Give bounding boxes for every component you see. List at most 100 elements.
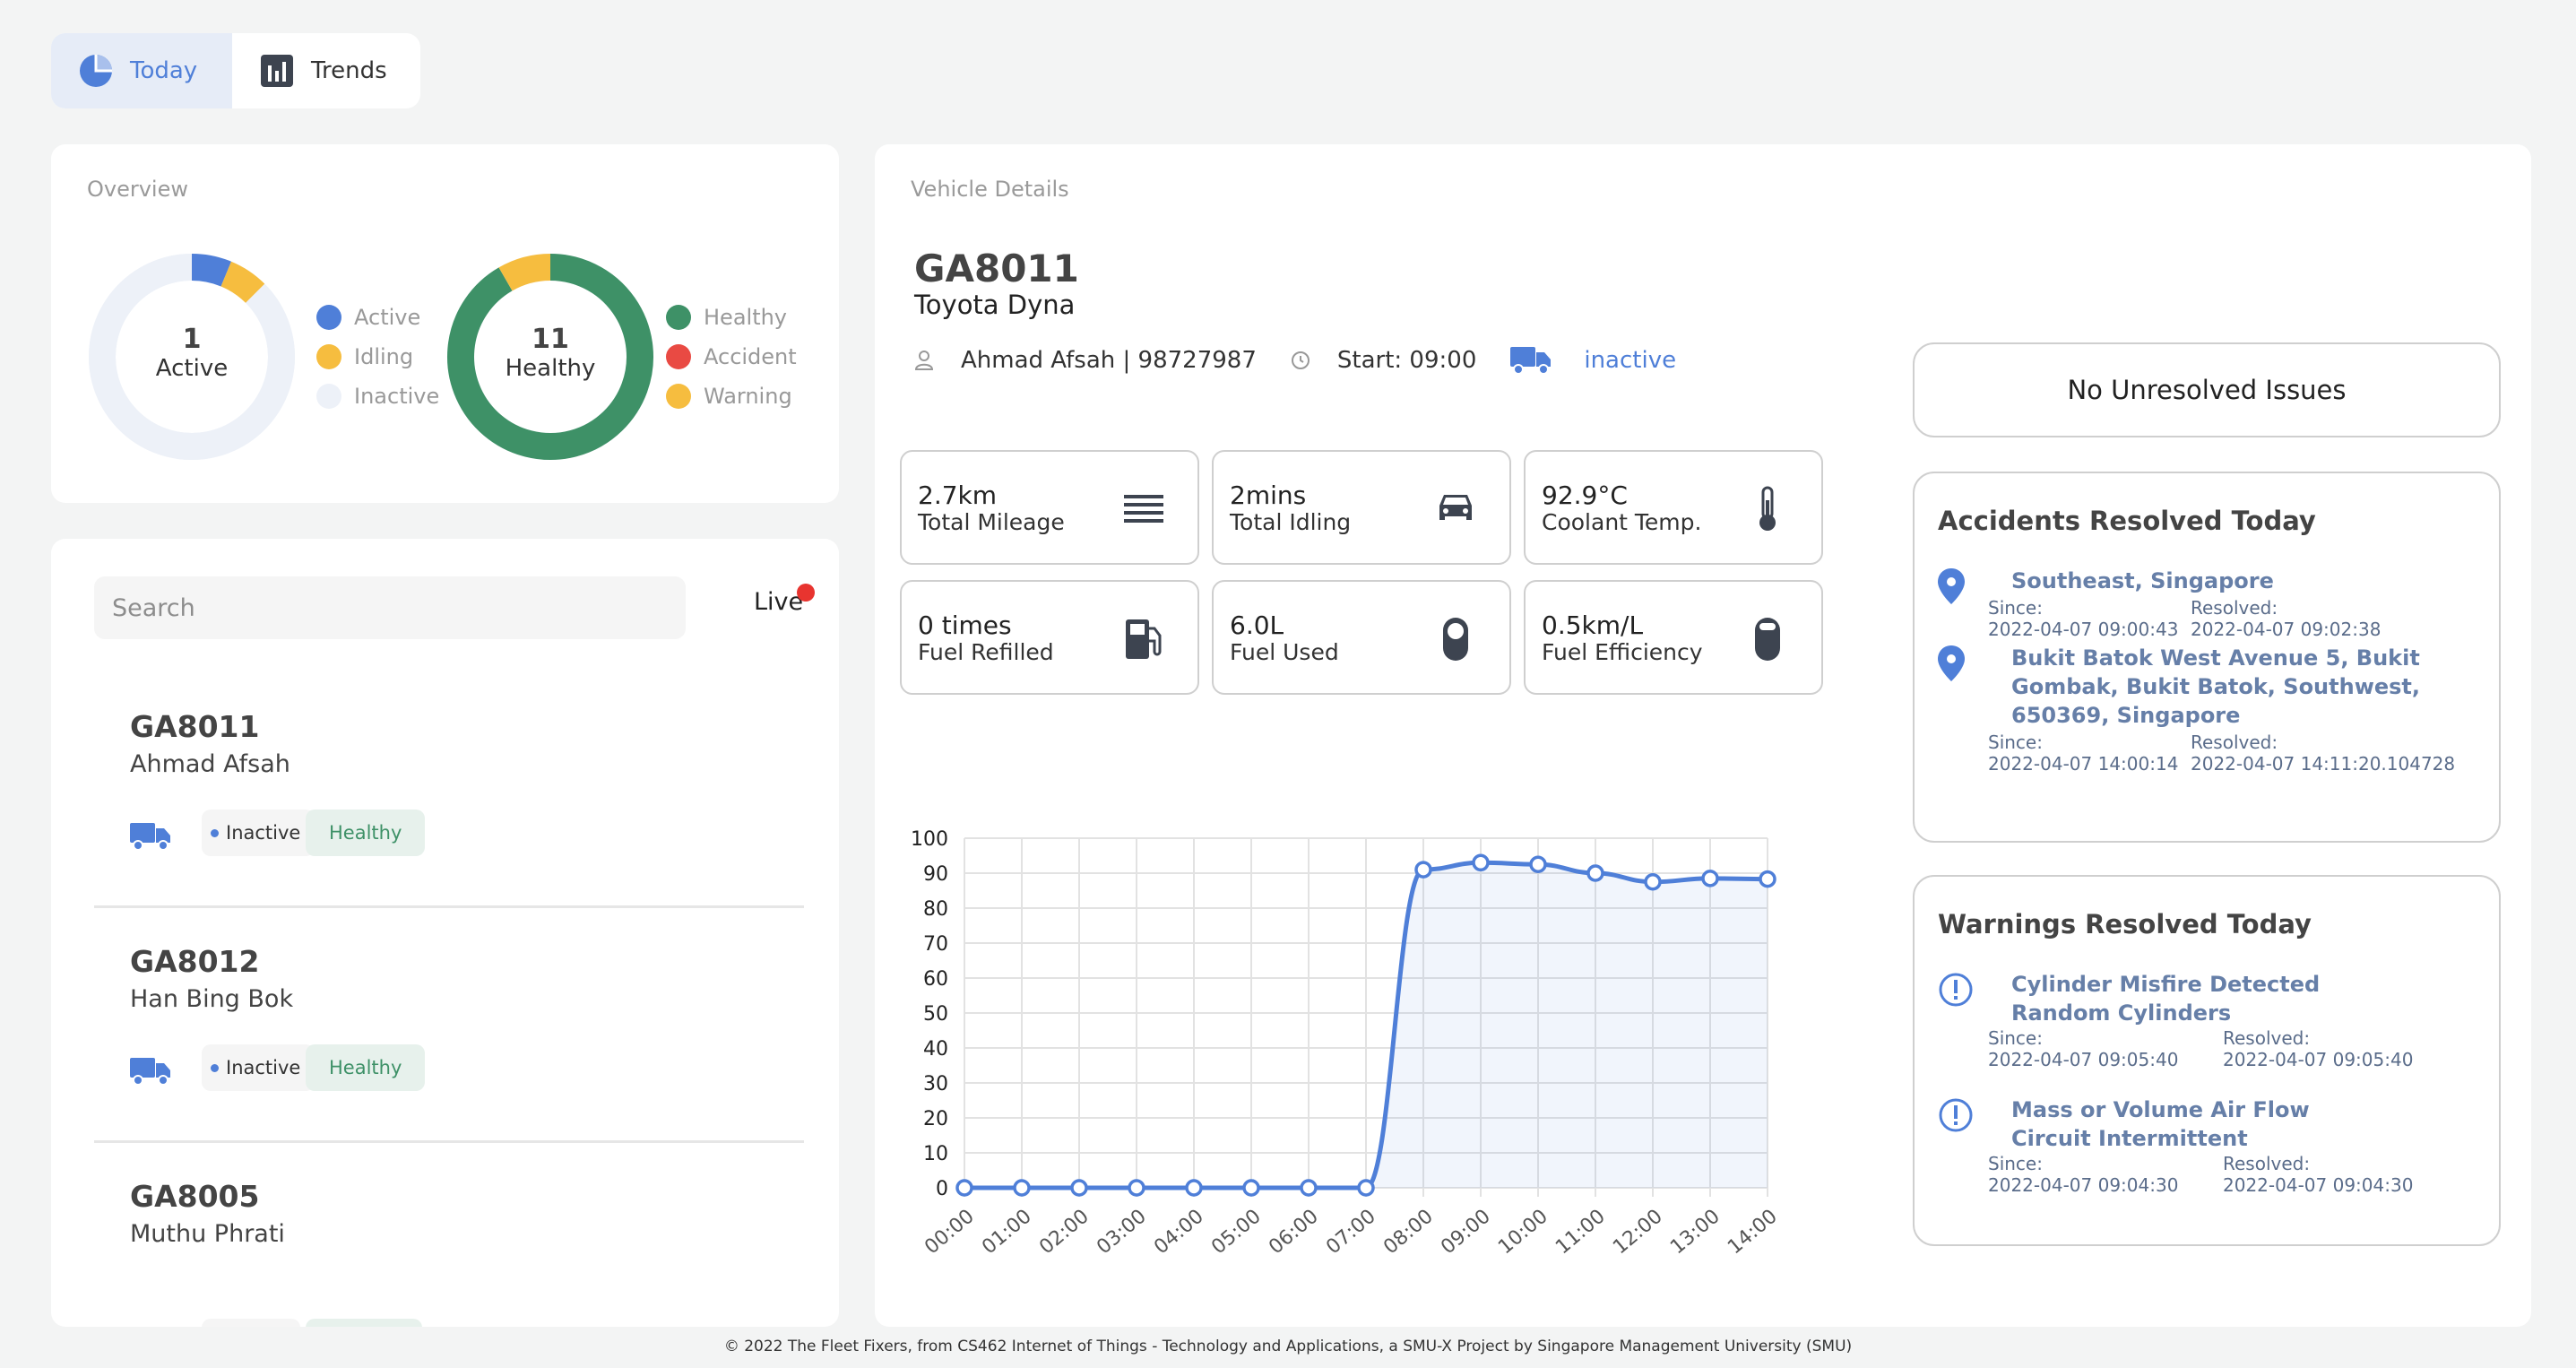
data-point — [1300, 1179, 1318, 1197]
health-donut-center: 11 Healthy — [445, 324, 655, 382]
alert-circle-icon — [1939, 1098, 1973, 1132]
metric-value: 92.9°C — [1542, 481, 1628, 510]
vehicle-driver: Han Bing Bok — [130, 985, 294, 1013]
since-label: Since: — [1988, 597, 2043, 619]
legend-warning: Warning — [666, 383, 797, 410]
legend-accident: Accident — [666, 343, 797, 370]
y-tick-label: 40 — [923, 1038, 948, 1061]
vehicle-list-card: Live GA8011 Ahmad Afsah Inactive Healthy… — [51, 539, 839, 1327]
fuel-gauge-icon — [1755, 618, 1780, 661]
health-badge: Healthy — [306, 810, 426, 856]
vehicle-details-title: Vehicle Details — [911, 177, 1069, 202]
pie-chart-icon — [80, 55, 112, 87]
x-tick-label: 10:00 — [1494, 1205, 1552, 1259]
vehicle-plate: GA8005 — [130, 1179, 260, 1214]
data-point — [1414, 861, 1432, 879]
metric-label: Coolant Temp. — [1542, 509, 1702, 535]
since-label: Since: — [1988, 1153, 2043, 1174]
metric-label: Fuel Refilled — [918, 639, 1054, 665]
tab-today-label: Today — [130, 57, 198, 84]
x-tick-label: 08:00 — [1379, 1205, 1438, 1259]
truck-icon — [1510, 347, 1552, 375]
accident-entry[interactable]: Bukit Batok West Avenue 5, Bukit Gombak,… — [1938, 644, 2476, 778]
x-tick-label: 13:00 — [1666, 1205, 1725, 1259]
data-point — [1185, 1179, 1203, 1197]
y-tick-label: 90 — [923, 863, 948, 886]
vehicle-driver: Muthu Phrati — [130, 1220, 285, 1248]
x-tick-label: 06:00 — [1265, 1205, 1323, 1259]
car-icon — [1439, 495, 1472, 520]
vehicle-driver: Ahmad Afsah — [130, 750, 290, 778]
list-item[interactable]: GA8011 Ahmad Afsah Inactive Healthy — [94, 673, 804, 908]
no-unresolved-text: No Unresolved Issues — [2067, 375, 2347, 405]
user-icon — [914, 351, 934, 370]
since-time: 2022-04-07 09:04:30 — [1988, 1174, 2179, 1196]
warnings-resolved-panel: Warnings Resolved Today Cylinder Misfire… — [1913, 875, 2501, 1246]
live-indicator-dot — [797, 584, 815, 602]
data-point — [1701, 870, 1719, 887]
data-point — [1529, 855, 1547, 873]
truck-icon — [130, 1058, 170, 1086]
footer-text: © 2022 The Fleet Fixers, from CS462 Inte… — [723, 1338, 1853, 1355]
metric-coolant-temp: 92.9°C Coolant Temp. — [1524, 450, 1823, 565]
data-point — [1242, 1179, 1260, 1197]
vehicle-model: Toyota Dyna — [914, 290, 1076, 320]
search-input[interactable] — [94, 576, 686, 639]
tab-trends[interactable]: Trends — [232, 33, 414, 108]
active-count: 1 — [182, 324, 202, 355]
y-tick-label: 20 — [923, 1108, 948, 1130]
overview-title: Overview — [87, 177, 188, 202]
accident-location: Southeast, Singapore — [2011, 568, 2274, 593]
health-badge: Healthy — [306, 1044, 426, 1091]
clock-icon — [1291, 351, 1310, 369]
y-tick-label: 70 — [923, 933, 948, 956]
metric-label: Fuel Used — [1230, 639, 1339, 665]
live-toggle[interactable]: Live — [754, 588, 803, 616]
status-badge: Inactive — [202, 810, 316, 856]
legend-idling: Idling — [316, 343, 439, 370]
fuel-pump-icon — [1126, 619, 1162, 659]
warnings-title: Warnings Resolved Today — [1938, 909, 2312, 939]
status-legend: Active Idling Inactive — [316, 304, 439, 410]
resolved-time: 2022-04-07 09:02:38 — [2191, 619, 2382, 640]
warning-entry[interactable]: Cylinder Misfire Detected Random Cylinde… — [1938, 970, 2476, 1078]
view-tabs: Today Trends — [51, 33, 420, 108]
bar-chart-icon — [261, 55, 293, 87]
metric-fuel-used: 6.0L Fuel Used — [1212, 580, 1511, 695]
warning-name: Cylinder Misfire Detected Random Cylinde… — [2011, 972, 2321, 1026]
metric-value: 2.7km — [918, 481, 998, 510]
resolved-time: 2022-04-07 09:04:30 — [2223, 1174, 2414, 1196]
x-tick-label: 07:00 — [1322, 1205, 1380, 1259]
since-time: 2022-04-07 09:00:43 — [1988, 619, 2179, 640]
warning-entry[interactable]: Mass or Volume Air Flow Circuit Intermit… — [1938, 1095, 2476, 1203]
x-tick-label: 02:00 — [1035, 1205, 1094, 1259]
start-time: Start: 09:00 — [1336, 347, 1477, 374]
data-point — [1586, 864, 1604, 882]
health-legend: Healthy Accident Warning — [666, 304, 797, 410]
vehicle-details-card: Vehicle Details GA8011 Toyota Dyna Ahmad… — [875, 144, 2531, 1327]
resolved-label: Resolved: — [2223, 1027, 2311, 1049]
status-donut-segment-idling — [220, 261, 265, 304]
vehicle-status: inactive — [1584, 347, 1677, 374]
accident-location: Bukit Batok West Avenue 5, Bukit Gombak,… — [2011, 645, 2421, 728]
vehicle-meta: Ahmad Afsah | 98727987 Start: 09:00 inac… — [914, 345, 1676, 376]
x-tick-label: 03:00 — [1093, 1205, 1151, 1259]
tab-today[interactable]: Today — [51, 33, 232, 108]
list-item[interactable]: GA8005 Muthu Phrati — [94, 1143, 804, 1327]
location-pin-icon — [1938, 568, 1965, 604]
y-tick-label: 10 — [923, 1143, 948, 1165]
thermometer-icon — [1759, 486, 1776, 531]
data-point — [1472, 853, 1490, 872]
no-unresolved-issues: No Unresolved Issues — [1913, 342, 2501, 437]
metric-label: Total Idling — [1230, 509, 1352, 535]
vehicle-list[interactable]: GA8011 Ahmad Afsah Inactive Healthy GA80… — [94, 673, 804, 1327]
data-point — [1759, 870, 1776, 888]
data-point — [1644, 873, 1662, 891]
accident-entry[interactable]: Southeast, Singapore Since: 2022-04-07 0… — [1938, 567, 2476, 640]
x-tick-label: 11:00 — [1552, 1205, 1610, 1259]
metric-label: Fuel Efficiency — [1542, 639, 1703, 665]
y-tick-label: 50 — [923, 1003, 948, 1026]
x-tick-label: 01:00 — [978, 1205, 1036, 1259]
list-item[interactable]: GA8012 Han Bing Bok Inactive Healthy — [94, 908, 804, 1143]
y-tick-label: 0 — [936, 1178, 948, 1200]
